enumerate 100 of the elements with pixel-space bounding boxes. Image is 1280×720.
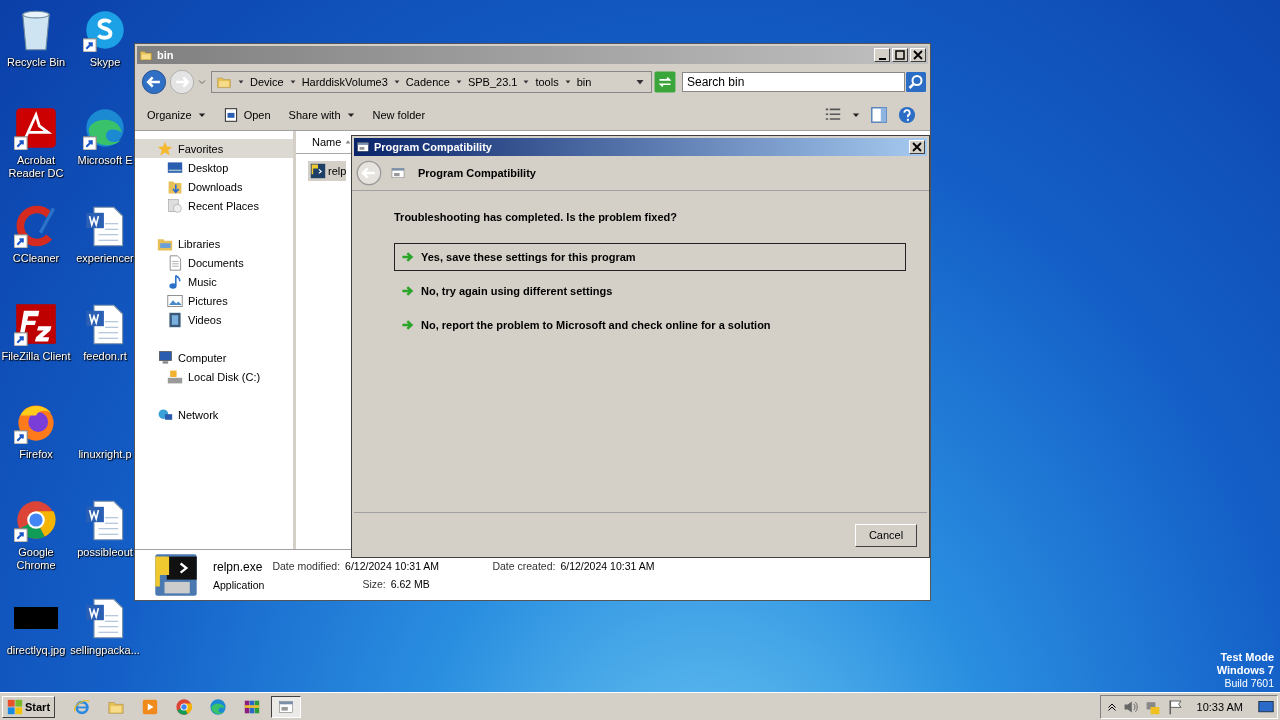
desktop-icon-label[interactable]: Acrobat Reader DC: [1, 154, 71, 180]
close-icon: [913, 50, 923, 60]
close-icon: [912, 142, 922, 152]
desktop-icon-label[interactable]: feedon.rt: [83, 350, 127, 363]
back-button[interactable]: [141, 69, 167, 95]
address-bar[interactable]: Device HarddiskVolume3 Cadence SPB_23.1 tools bin: [211, 71, 652, 93]
search-icon[interactable]: [906, 72, 926, 92]
breadcrumb-item[interactable]: HarddiskVolume3: [301, 76, 388, 88]
file-type: Application: [213, 578, 265, 591]
filezilla-icon[interactable]: [14, 302, 58, 346]
desktop-icon-label[interactable]: Firefox: [19, 448, 53, 461]
desktop-icon-label[interactable]: directlyq.jpg: [6, 644, 66, 657]
internet-explorer-icon: [73, 697, 92, 716]
arrow-icon: [401, 318, 415, 332]
desktop-icon-label[interactable]: Microsoft E: [77, 154, 133, 167]
detail-label: Date modified:: [272, 559, 341, 572]
start-button[interactable]: Start: [2, 695, 56, 718]
maximize-icon: [895, 50, 905, 60]
caret-icon[interactable]: [563, 78, 572, 86]
nav-item[interactable]: Documents: [135, 253, 293, 272]
toolbar-button[interactable]: Open: [219, 106, 275, 124]
search-field[interactable]: Search bin: [682, 72, 905, 92]
window-title: Program Compatibility: [374, 141, 492, 153]
downloads-icon: [167, 178, 183, 195]
breadcrumb-item[interactable]: Cadence: [405, 76, 450, 88]
file-name: relpn.exe: [213, 559, 264, 574]
preview-pane-icon[interactable]: [870, 106, 888, 124]
clock[interactable]: 10:33 AM: [1196, 700, 1243, 713]
detail-label: Date created:: [492, 559, 556, 572]
music-icon: [167, 273, 183, 290]
desktop-icon-label[interactable]: possibleout: [77, 546, 133, 559]
edge-icon[interactable]: [83, 106, 127, 150]
command-link[interactable]: No, report the problem to Microsoft and check online for a solution: [394, 311, 906, 339]
column-header[interactable]: Name: [296, 131, 352, 153]
arrow-icon: [401, 284, 415, 298]
chrome-icon: [175, 697, 194, 716]
arrow-icon: [401, 250, 415, 264]
command-link[interactable]: No, try again using different settings: [394, 277, 906, 305]
drive-icon: [167, 368, 183, 385]
desktop-icon-label[interactable]: experiencer: [76, 252, 134, 265]
taskbar-button[interactable]: [271, 695, 302, 718]
toolbar-button[interactable]: New folder: [368, 107, 430, 123]
show-desktop-icon[interactable]: [1257, 698, 1275, 715]
folder-icon: [216, 74, 232, 90]
menu-button[interactable]: Organize: [143, 107, 210, 123]
desktop-icon-label[interactable]: Google Chrome: [1, 546, 71, 572]
nav-item[interactable]: Videos: [135, 310, 293, 329]
pictures-icon: [167, 292, 183, 309]
nav-item[interactable]: Network: [135, 405, 293, 424]
caret-icon[interactable]: [288, 78, 297, 86]
breadcrumb-item[interactable]: SPB_23.1: [467, 76, 518, 88]
program-window-icon: [356, 140, 370, 154]
help-icon[interactable]: [898, 106, 916, 124]
desktop-icon-label[interactable]: Recycle Bin: [6, 56, 66, 69]
ccleaner-icon[interactable]: [14, 204, 58, 248]
refresh-button[interactable]: [654, 71, 676, 93]
desktop-icon-label[interactable]: FileZilla Client: [1, 350, 71, 363]
view-options-icon[interactable]: [824, 107, 842, 123]
desktop-icon-label[interactable]: CCleaner: [12, 252, 60, 265]
caret-icon[interactable]: [392, 78, 401, 86]
skype-icon[interactable]: [83, 8, 127, 52]
breadcrumb-item[interactable]: tools: [535, 76, 559, 88]
desktop-icon-label[interactable]: linuxright.p: [78, 448, 132, 461]
desktop-icon-label[interactable]: sellingpacka...: [70, 644, 140, 657]
computer-icon: [157, 349, 173, 366]
nav-item[interactable]: Computer: [135, 348, 293, 367]
caret-icon[interactable]: [522, 78, 531, 86]
back-button[interactable]: [356, 160, 382, 186]
nav-item[interactable]: Recent Places: [135, 196, 293, 215]
star-icon: [157, 140, 173, 157]
nav-item[interactable]: Local Disk (C:): [135, 367, 293, 386]
breadcrumb-item[interactable]: bin: [576, 76, 592, 88]
sort-arrow-icon: [345, 139, 352, 145]
caret-icon[interactable]: [237, 78, 245, 86]
close-button[interactable]: [909, 140, 925, 154]
program-icon: [223, 108, 238, 122]
nav-item[interactable]: Pictures: [135, 291, 293, 310]
caret-icon: [346, 111, 355, 119]
nav-item[interactable]: Favorites: [135, 139, 293, 158]
nav-item[interactable]: Desktop: [135, 158, 293, 177]
chrome-icon[interactable]: [14, 498, 58, 542]
caret-icon[interactable]: [454, 78, 463, 86]
nav-item[interactable]: Music: [135, 272, 293, 291]
menu-button[interactable]: Share with: [284, 107, 359, 123]
acrobat-icon[interactable]: [14, 106, 58, 150]
nav-item[interactable]: Downloads: [135, 177, 293, 196]
caret-icon[interactable]: [852, 111, 860, 119]
desktop-icon-label[interactable]: Skype: [89, 56, 121, 69]
network-icon: [157, 406, 173, 423]
caret-icon[interactable]: [635, 77, 645, 87]
recent-icon: [167, 197, 183, 214]
media-player-icon: [141, 697, 160, 716]
cancel-button[interactable]: Cancel: [855, 523, 917, 547]
caret-icon: [197, 111, 206, 119]
command-link[interactable]: Yes, save these settings for this program: [394, 243, 906, 271]
file-row[interactable]: relp: [308, 161, 347, 181]
nav-item[interactable]: Libraries: [135, 234, 293, 253]
breadcrumb-item[interactable]: Device: [250, 76, 284, 88]
desktop-icon: [167, 159, 183, 176]
edge-icon: [209, 697, 228, 716]
